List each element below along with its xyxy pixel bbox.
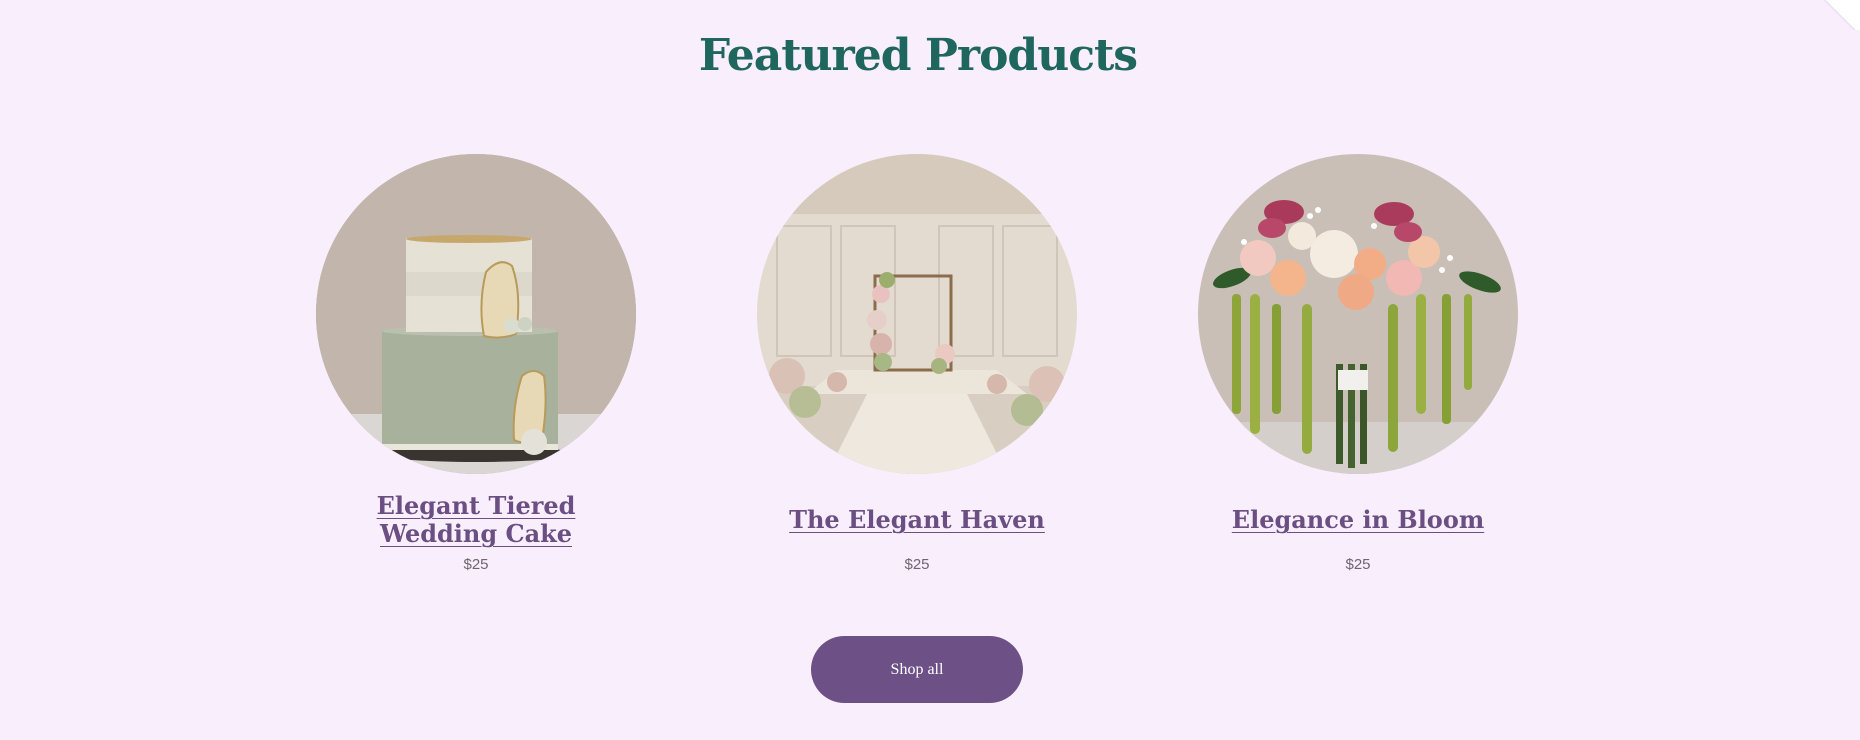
section-title: Featured Products	[698, 30, 1138, 81]
product-price: $25	[904, 556, 930, 573]
page-corner-fold	[1820, 0, 1860, 30]
wedding-cake-image[interactable]	[316, 154, 636, 474]
product-price: $25	[463, 556, 489, 573]
product-name-link[interactable]: The Elegant Haven	[789, 506, 1045, 534]
product-price: $25	[1345, 556, 1371, 573]
product-name-wrap: Elegance in Bloom	[1178, 490, 1538, 550]
ceremony-venue-image[interactable]	[757, 154, 1077, 474]
shop-all-button[interactable]: Shop all	[811, 636, 1023, 703]
product-card[interactable]: The Elegant Haven $25	[737, 154, 1097, 573]
product-name-wrap: The Elegant Haven	[737, 490, 1097, 550]
product-name-link[interactable]: Elegant Tiered Wedding Cake	[331, 492, 621, 548]
product-card[interactable]: Elegant Tiered Wedding Cake $25	[296, 154, 656, 573]
product-card[interactable]: Elegance in Bloom $25	[1178, 154, 1538, 573]
bouquet-image[interactable]	[1198, 154, 1518, 474]
product-name-wrap: Elegant Tiered Wedding Cake	[296, 490, 656, 550]
product-name-link[interactable]: Elegance in Bloom	[1232, 506, 1484, 534]
